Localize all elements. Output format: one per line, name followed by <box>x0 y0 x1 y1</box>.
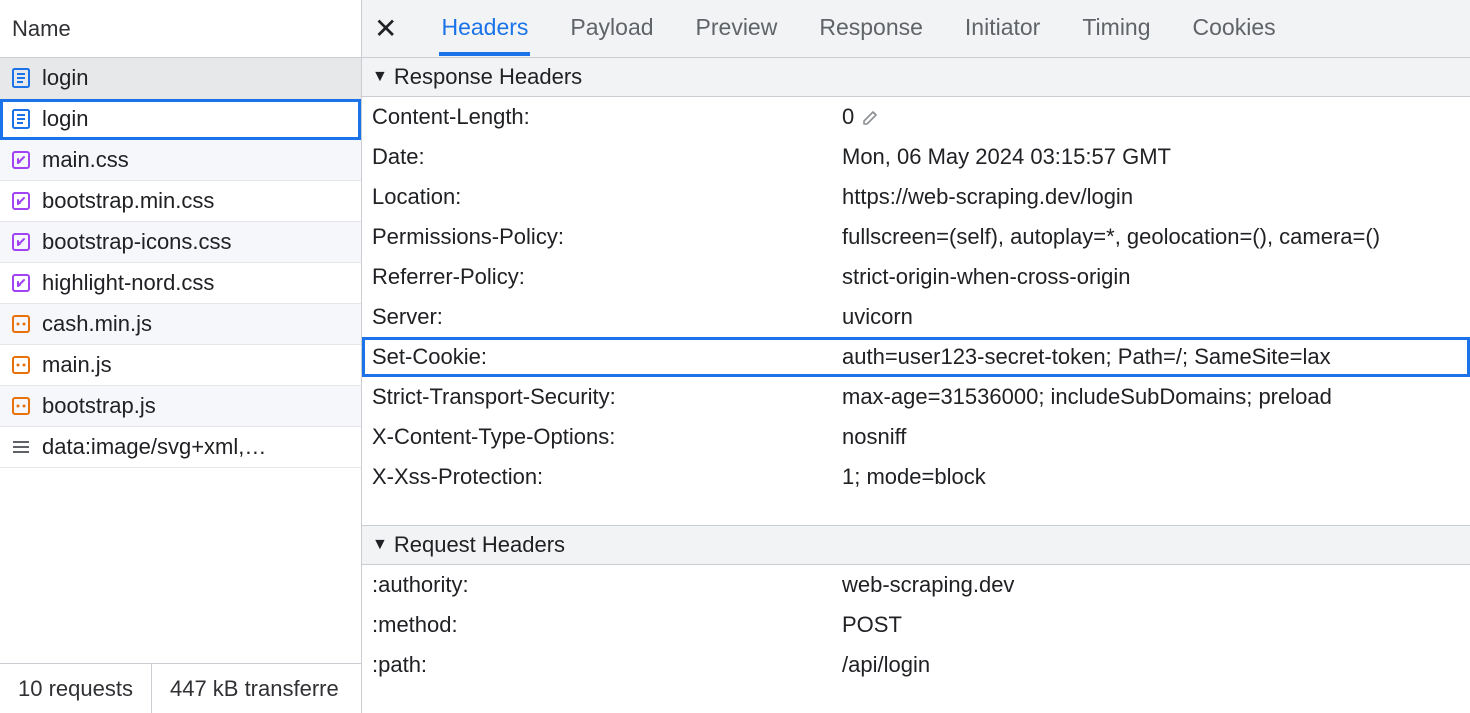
script-icon <box>10 395 32 417</box>
request-name: cash.min.js <box>42 311 152 337</box>
request-row[interactable]: bootstrap.min.css <box>0 181 361 222</box>
tab-payload[interactable]: Payload <box>568 2 655 55</box>
header-row[interactable]: Server:uvicorn <box>362 297 1470 337</box>
header-value: 0 <box>842 103 1460 131</box>
header-name: X-Xss-Protection: <box>372 463 842 491</box>
request-row[interactable]: bootstrap.js <box>0 386 361 427</box>
header-value: nosniff <box>842 423 1460 451</box>
request-name: data:image/svg+xml,… <box>42 434 266 460</box>
request-name: main.js <box>42 352 112 378</box>
headers-content: ▼ Response Headers Content-Length:0Date:… <box>362 58 1470 713</box>
request-row[interactable]: data:image/svg+xml,… <box>0 427 361 468</box>
close-icon[interactable]: ✕ <box>374 12 397 45</box>
request-row[interactable]: main.js <box>0 345 361 386</box>
response-headers-title: Response Headers <box>394 64 582 90</box>
header-value: Mon, 06 May 2024 03:15:57 GMT <box>842 143 1460 171</box>
data-icon <box>10 436 32 458</box>
header-value: fullscreen=(self), autoplay=*, geolocati… <box>842 223 1460 251</box>
header-row[interactable]: Set-Cookie:auth=user123-secret-token; Pa… <box>362 337 1470 377</box>
document-icon <box>10 108 32 130</box>
network-request-list: Name login login main.css bootstrap.min.css… <box>0 0 362 713</box>
stylesheet-icon <box>10 231 32 253</box>
request-row[interactable]: bootstrap-icons.css <box>0 222 361 263</box>
detail-tabs-bar: ✕ Headers Payload Preview Response Initiator… <box>362 0 1470 58</box>
header-value: 1; mode=block <box>842 463 1460 491</box>
name-column-header[interactable]: Name <box>0 0 361 58</box>
header-name: Referrer-Policy: <box>372 263 842 291</box>
tab-timing[interactable]: Timing <box>1080 2 1152 55</box>
stylesheet-icon <box>10 149 32 171</box>
request-name: main.css <box>42 147 129 173</box>
header-row[interactable]: Content-Length:0 <box>362 97 1470 137</box>
header-name: :method: <box>372 611 842 639</box>
request-detail-pane: ✕ Headers Payload Preview Response Initiator… <box>362 0 1470 713</box>
header-row[interactable]: X-Xss-Protection:1; mode=block <box>362 457 1470 497</box>
header-row[interactable]: Strict-Transport-Security:max-age=315360… <box>362 377 1470 417</box>
request-name: bootstrap-icons.css <box>42 229 232 255</box>
header-row[interactable]: Location:https://web-scraping.dev/login <box>362 177 1470 217</box>
header-name: Location: <box>372 183 842 211</box>
header-name: Date: <box>372 143 842 171</box>
transferred-size: 447 kB transferre <box>151 664 357 713</box>
header-value: uvicorn <box>842 303 1460 331</box>
header-name: Permissions-Policy: <box>372 223 842 251</box>
header-value: auth=user123-secret-token; Path=/; SameS… <box>842 343 1460 371</box>
edit-icon[interactable] <box>862 108 880 126</box>
header-name: Set-Cookie: <box>372 343 842 371</box>
header-row[interactable]: :path:/api/login <box>362 645 1470 685</box>
header-row[interactable]: Date:Mon, 06 May 2024 03:15:57 GMT <box>362 137 1470 177</box>
response-headers-toggle[interactable]: ▼ Response Headers <box>362 58 1470 97</box>
request-row[interactable]: main.css <box>0 140 361 181</box>
disclosure-triangle-icon: ▼ <box>372 536 388 554</box>
header-value: max-age=31536000; includeSubDomains; pre… <box>842 383 1460 411</box>
request-row[interactable]: highlight-nord.css <box>0 263 361 304</box>
stylesheet-icon <box>10 190 32 212</box>
request-row[interactable]: login <box>0 58 361 99</box>
requests-count: 10 requests <box>0 664 151 713</box>
header-value: /api/login <box>842 651 1460 679</box>
tab-response[interactable]: Response <box>817 2 925 55</box>
header-value: https://web-scraping.dev/login <box>842 183 1460 211</box>
header-value: strict-origin-when-cross-origin <box>842 263 1460 291</box>
header-value: web-scraping.dev <box>842 571 1460 599</box>
request-name: login <box>42 106 88 132</box>
header-name: Content-Length: <box>372 103 842 131</box>
script-icon <box>10 313 32 335</box>
document-icon <box>10 67 32 89</box>
disclosure-triangle-icon: ▼ <box>372 68 388 86</box>
script-icon <box>10 354 32 376</box>
header-name: Strict-Transport-Security: <box>372 383 842 411</box>
header-row[interactable]: X-Content-Type-Options:nosniff <box>362 417 1470 457</box>
request-headers-title: Request Headers <box>394 532 565 558</box>
header-row[interactable]: :authority:web-scraping.dev <box>362 565 1470 605</box>
request-row[interactable]: login <box>0 99 361 140</box>
request-name: highlight-nord.css <box>42 270 214 296</box>
request-name: bootstrap.min.css <box>42 188 214 214</box>
header-name: Server: <box>372 303 842 331</box>
tab-preview[interactable]: Preview <box>694 2 780 55</box>
request-headers-toggle[interactable]: ▼ Request Headers <box>362 525 1470 565</box>
tab-cookies[interactable]: Cookies <box>1191 2 1278 55</box>
header-value: POST <box>842 611 1460 639</box>
header-name: X-Content-Type-Options: <box>372 423 842 451</box>
request-name: bootstrap.js <box>42 393 156 419</box>
header-row[interactable]: :method:POST <box>362 605 1470 645</box>
header-name: :path: <box>372 651 842 679</box>
request-row[interactable]: cash.min.js <box>0 304 361 345</box>
tab-headers[interactable]: Headers <box>439 2 530 55</box>
tab-initiator[interactable]: Initiator <box>963 2 1042 55</box>
status-bar: 10 requests 447 kB transferre <box>0 663 361 713</box>
request-name: login <box>42 65 88 91</box>
header-row[interactable]: Referrer-Policy:strict-origin-when-cross… <box>362 257 1470 297</box>
header-name: :authority: <box>372 571 842 599</box>
header-row[interactable]: Permissions-Policy:fullscreen=(self), au… <box>362 217 1470 257</box>
stylesheet-icon <box>10 272 32 294</box>
